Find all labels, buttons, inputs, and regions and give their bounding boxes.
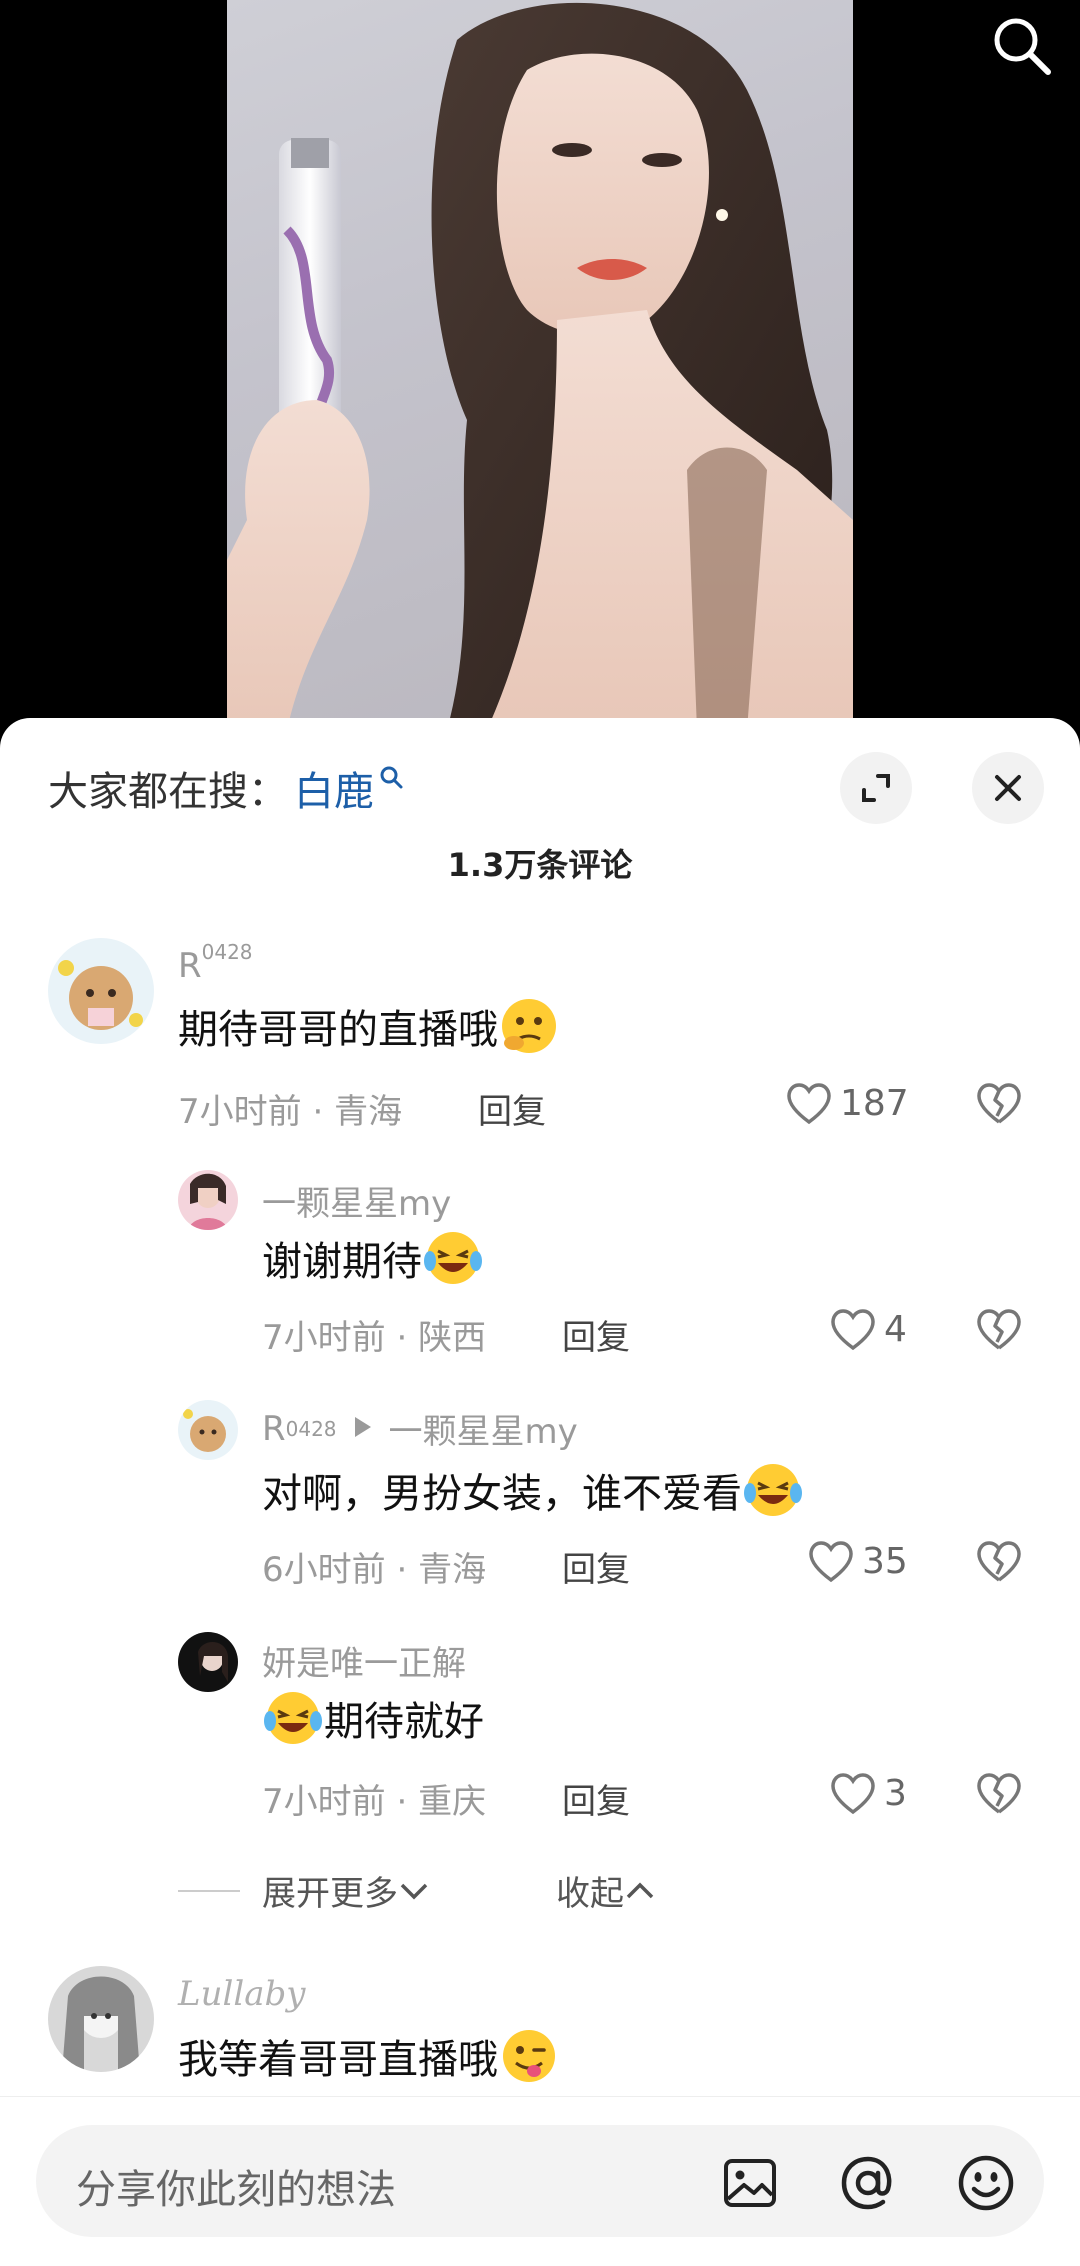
close-icon: [995, 775, 1021, 801]
comment-input-placeholder: 分享你此刻的想法: [76, 2167, 396, 2213]
broken-heart-icon: [977, 1773, 1021, 1814]
comment-username[interactable]: R0428: [178, 940, 253, 986]
dislike-button[interactable]: [974, 1080, 1024, 1126]
dislike-button[interactable]: [974, 1538, 1024, 1584]
broken-heart-icon: [977, 1083, 1021, 1124]
thread-divider: [178, 1890, 240, 1892]
like-button[interactable]: 35: [806, 1538, 908, 1584]
expand-icon: [862, 774, 890, 802]
like-button[interactable]: 187: [784, 1080, 909, 1126]
avatar[interactable]: [178, 1632, 238, 1692]
like-count: 35: [862, 1540, 908, 1582]
reply-text[interactable]: 期待就好: [262, 1686, 484, 1750]
close-sheet-button[interactable]: [972, 752, 1044, 824]
reply-button[interactable]: 回复: [562, 1542, 630, 1591]
comment-sheet: 大家都在搜： 白鹿 1.3万条评论 R0428 期待哥哥的直播哦 7小时前 · …: [0, 718, 1080, 2266]
broken-heart-icon: [977, 1541, 1021, 1582]
reply-username[interactable]: R 0428 一颗星星my: [262, 1404, 578, 1453]
heart-icon: [809, 1541, 853, 1583]
reply-meta: 7小时前 · 重庆: [262, 1782, 487, 1822]
like-count: 187: [840, 1082, 909, 1124]
laughing-tears-emoji: [262, 1687, 324, 1749]
chevron-down-icon: [400, 1883, 428, 1899]
winking-tongue-emoji: [498, 2025, 560, 2087]
heart-icon: [787, 1083, 831, 1125]
at-icon[interactable]: [836, 2151, 900, 2215]
image-icon[interactable]: [718, 2151, 782, 2215]
search-icon: [994, 18, 1051, 75]
reply-username[interactable]: 妍是唯一正解: [262, 1636, 466, 1685]
reply-meta: 7小时前 · 陕西: [262, 1318, 487, 1358]
avatar[interactable]: [48, 1966, 154, 2072]
trending-prefix: 大家都在搜：: [48, 769, 288, 815]
laughing-tears-emoji: [742, 1459, 804, 1521]
avatar[interactable]: [178, 1400, 238, 1460]
reply-arrow-icon: [354, 1416, 371, 1437]
comment-input-bar: 分享你此刻的想法: [0, 2096, 1080, 2266]
dislike-button[interactable]: [974, 1306, 1024, 1352]
heart-icon: [831, 1309, 875, 1351]
video-frame-illustration: [227, 2, 853, 730]
thinking-face-emoji: [498, 995, 560, 1057]
search-button[interactable]: [986, 10, 1058, 82]
dislike-button[interactable]: [974, 1770, 1024, 1816]
trending-search[interactable]: 大家都在搜： 白鹿: [48, 758, 404, 818]
comment-text[interactable]: 期待哥哥的直播哦: [178, 994, 560, 1058]
broken-heart-icon: [977, 1309, 1021, 1350]
reply-text[interactable]: 谢谢期待: [262, 1226, 484, 1290]
reply-button[interactable]: 回复: [562, 1774, 630, 1823]
emoji-icon[interactable]: [954, 2151, 1018, 2215]
comment-count: 1.3万条评论: [447, 846, 633, 884]
avatar[interactable]: [178, 1170, 238, 1230]
reply-button[interactable]: 回复: [562, 1310, 630, 1359]
reply-to-username[interactable]: 一颗星星my: [389, 1404, 578, 1453]
chevron-up-icon: [626, 1882, 654, 1898]
reply-username[interactable]: 一颗星星my: [262, 1176, 451, 1225]
like-button[interactable]: 3: [828, 1770, 907, 1816]
like-count: 3: [884, 1772, 907, 1814]
expand-sheet-button[interactable]: [840, 752, 912, 824]
comment-input[interactable]: 分享你此刻的想法: [36, 2125, 1044, 2237]
comment-meta: 7小时前 · 青海: [178, 1092, 403, 1132]
trending-keyword[interactable]: 白鹿: [294, 759, 374, 817]
search-icon: [380, 766, 403, 789]
laughing-tears-emoji: [422, 1227, 484, 1289]
reply-meta: 6小时前 · 青海: [262, 1550, 487, 1590]
video-player[interactable]: [0, 0, 1080, 730]
comment-text[interactable]: 我等着哥哥直播哦: [178, 2024, 560, 2088]
collapse-button[interactable]: 收起: [556, 1866, 656, 1915]
like-count: 4: [884, 1308, 907, 1350]
reply-button[interactable]: 回复: [478, 1084, 546, 1133]
video-frame: [227, 0, 853, 730]
like-button[interactable]: 4: [828, 1306, 907, 1352]
comment-username[interactable]: Lullaby: [178, 1974, 305, 2014]
expand-more-button[interactable]: 展开更多: [262, 1866, 430, 1915]
reply-text[interactable]: 对啊，男扮女装，谁不爱看: [262, 1458, 804, 1522]
heart-icon: [831, 1773, 875, 1815]
avatar[interactable]: [48, 938, 154, 1044]
